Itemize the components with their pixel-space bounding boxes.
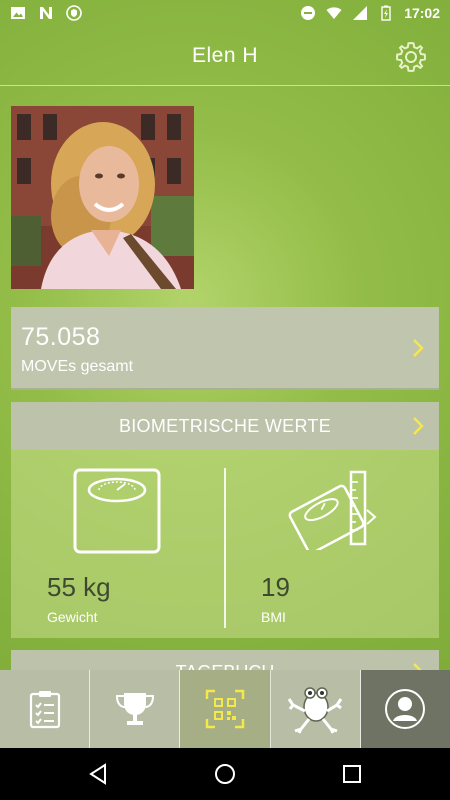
moves-total-label: MOVEs gesamt	[21, 358, 134, 375]
signal-icon	[353, 6, 368, 20]
weight-value: 55 kg	[47, 572, 111, 602]
frog-icon	[287, 687, 343, 734]
bmi-value: 19	[261, 572, 290, 602]
back-icon[interactable]	[87, 762, 111, 786]
trophy-icon	[115, 693, 154, 725]
dnd-icon	[301, 6, 316, 20]
nav-item-rewards[interactable]	[90, 670, 181, 748]
scale-icon	[73, 468, 161, 554]
clipboard-icon	[29, 691, 60, 729]
qr-scan-icon	[205, 689, 245, 729]
avatar[interactable]	[11, 106, 194, 289]
biometrics-card: BIOMETRISCHE WERTE 55 kg Gewicht 19 BMI	[11, 402, 439, 638]
moves-total-value: 75.058	[21, 323, 101, 351]
gear-icon[interactable]	[394, 40, 428, 74]
weight-label: Gewicht	[47, 609, 98, 625]
nav-item-scan[interactable]	[180, 670, 271, 748]
status-bar: 17:02	[0, 0, 450, 28]
profile-icon	[385, 689, 426, 729]
chevron-right-icon	[413, 417, 424, 435]
app-header: Elen H	[0, 28, 450, 86]
n-icon	[40, 7, 52, 19]
battery-icon	[381, 5, 391, 21]
user-name-title: Elen H	[191, 44, 259, 67]
recents-icon[interactable]	[340, 762, 364, 786]
divider	[224, 468, 226, 628]
wifi-icon	[326, 7, 342, 19]
biometrics-body: 55 kg Gewicht 19 BMI	[11, 450, 439, 638]
chevron-right-icon	[413, 339, 424, 357]
bottom-navigation	[0, 670, 450, 748]
biometrics-title: BIOMETRISCHE WERTE	[118, 416, 332, 436]
nav-item-frog[interactable]	[271, 670, 361, 748]
scale-ruler-icon	[288, 470, 377, 550]
shield-icon	[66, 5, 82, 21]
nav-item-profile[interactable]	[360, 670, 450, 748]
home-icon[interactable]	[213, 762, 237, 786]
clock: 17:02	[404, 5, 440, 21]
bmi-label: BMI	[261, 609, 286, 625]
app-screen: 17:02 Elen H 75.058 MOVEs gesamt BIOMETR…	[0, 0, 450, 800]
biometrics-header[interactable]: BIOMETRISCHE WERTE	[11, 402, 439, 450]
moves-total-card[interactable]: 75.058 MOVEs gesamt	[11, 307, 439, 390]
image-icon	[11, 7, 25, 19]
profile-photo	[11, 106, 194, 289]
system-navigation-bar	[0, 748, 450, 800]
nav-item-tasks[interactable]	[0, 670, 91, 748]
